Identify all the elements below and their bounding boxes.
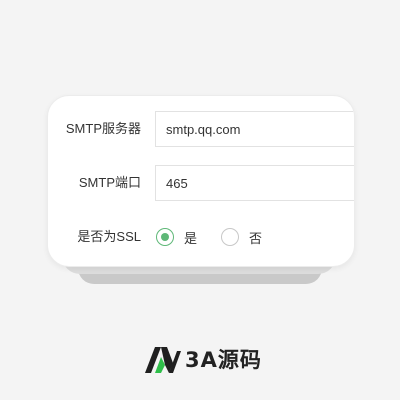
ssl-no-label: 否 <box>249 230 263 246</box>
ssl-option-yes[interactable]: 是 <box>156 228 197 247</box>
smtp-settings-card: SMTP服务器 SMTP端口 是否为SSL 是 否 <box>47 95 355 267</box>
ssl-yes-radio[interactable] <box>156 228 174 246</box>
ssl-radio-group: 是 否 <box>156 217 286 257</box>
ssl-option-no[interactable]: 否 <box>221 228 262 247</box>
smtp-server-input[interactable] <box>155 111 354 147</box>
smtp-server-row: SMTP服务器 <box>48 109 354 149</box>
ssl-label: 是否为SSL <box>77 229 141 244</box>
brand-logo-text: 3A源码 <box>185 348 262 372</box>
smtp-port-input[interactable] <box>155 165 354 201</box>
smtp-port-row: SMTP端口 <box>48 163 354 203</box>
brand-logo: 3A源码 <box>143 343 262 375</box>
smtp-port-label: SMTP端口 <box>78 175 141 190</box>
ssl-yes-label: 是 <box>184 230 198 246</box>
ssl-row: 是否为SSL 是 否 <box>48 217 354 257</box>
smtp-server-label: SMTP服务器 <box>65 121 141 136</box>
ssl-no-radio[interactable] <box>221 228 240 246</box>
brand-logo-icon <box>145 347 181 373</box>
